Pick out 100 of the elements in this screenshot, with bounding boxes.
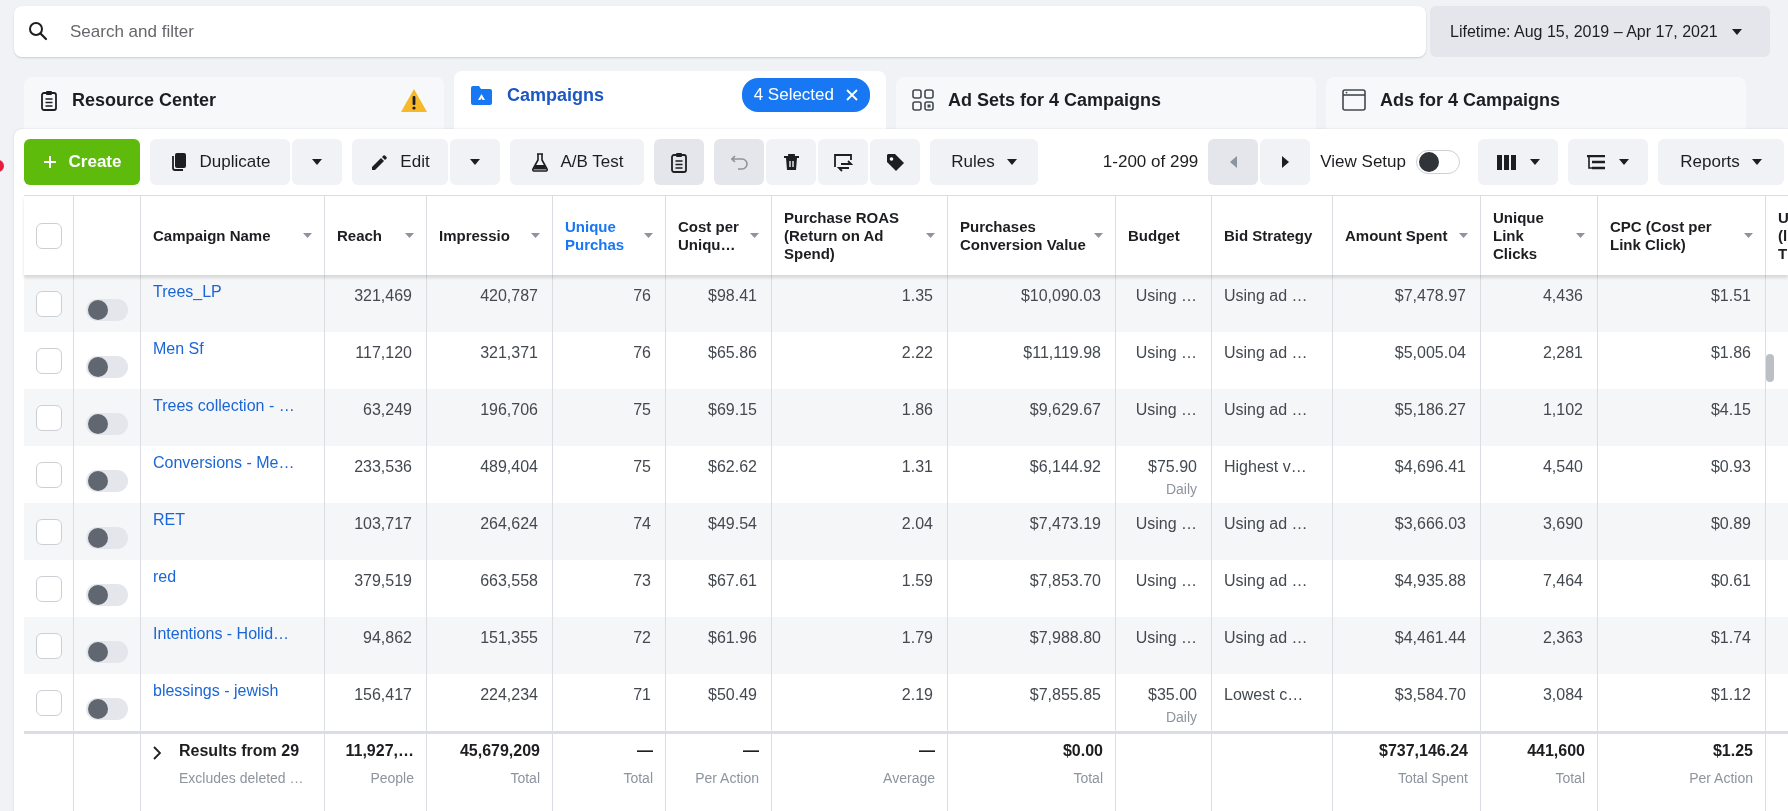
total-label: Total <box>510 770 540 786</box>
ab-test-button[interactable]: A/B Test <box>510 139 644 185</box>
selection-badge[interactable]: 4 Selected <box>741 78 870 112</box>
total-value: 45,679,209 <box>459 742 540 760</box>
total-value: Results from 29 <box>179 742 300 760</box>
total-value: $737,146.24 <box>1379 742 1468 760</box>
checkbox[interactable] <box>35 290 62 317</box>
campaign-link[interactable]: Men Sf <box>153 340 204 358</box>
table-cell: 420,787 <box>480 287 538 305</box>
total-label: Per Action <box>695 770 759 786</box>
pagination-text: 1-200 of 299 <box>1102 152 1199 172</box>
checkbox[interactable] <box>35 347 62 374</box>
rules-button[interactable]: Rules <box>930 139 1038 185</box>
swap-button[interactable] <box>818 139 868 185</box>
tab[interactable]: Campaigns 4 Selected <box>454 71 886 129</box>
duplicate-button[interactable]: Duplicate <box>150 139 290 185</box>
column-header[interactable]: Purchases Conversion Value <box>960 217 1088 254</box>
total-label: Total <box>1073 770 1103 786</box>
toggle-switch[interactable] <box>86 412 128 435</box>
table-cell: 2.22 <box>901 344 933 362</box>
campaign-link[interactable]: blessings - jewish <box>153 682 279 700</box>
campaign-link[interactable]: Intentions - Holid… <box>153 625 290 643</box>
tab[interactable]: Ads for 4 Campaigns <box>1326 77 1746 129</box>
table-cell: Using … <box>1135 287 1197 305</box>
table-cell: $0.93 <box>1710 458 1751 476</box>
copy-icon <box>169 152 188 172</box>
table-cell: 151,355 <box>480 629 538 647</box>
checkbox[interactable] <box>35 689 62 716</box>
table-cell: $7,855.85 <box>1029 686 1101 704</box>
caret-icon <box>1731 28 1742 35</box>
column-header[interactable]: Budget <box>1128 226 1180 245</box>
table-cell: 1,102 <box>1542 401 1583 419</box>
column-header[interactable]: Bid Strategy <box>1224 226 1313 245</box>
toggle-switch[interactable] <box>86 526 128 549</box>
edit-button[interactable]: Edit <box>352 139 448 185</box>
toggle-switch[interactable] <box>86 298 128 321</box>
column-header[interactable]: Amount Spent <box>1345 226 1448 245</box>
column-header[interactable]: Unique Purchas <box>565 217 638 254</box>
column-header[interactable]: Reach <box>337 226 383 245</box>
total-value: 441,600 <box>1527 742 1585 760</box>
campaign-link[interactable]: Trees_LP <box>153 283 222 301</box>
search-field[interactable]: Search and filter <box>14 6 1426 57</box>
columns-button[interactable] <box>1478 139 1558 185</box>
column-header[interactable]: Campaign Name <box>153 226 271 245</box>
delete-button[interactable] <box>766 139 816 185</box>
caret-icon <box>1006 159 1017 165</box>
column-header[interactable]: Unique Link Clicks <box>1493 208 1570 263</box>
checkbox[interactable] <box>35 518 62 545</box>
column-header[interactable]: Purchase ROAS (Return on Ad Spend) <box>784 208 920 263</box>
column-header[interactable]: CPC (Cost per Link Click) <box>1610 217 1738 254</box>
checkbox[interactable] <box>35 461 62 488</box>
campaign-link[interactable]: RET <box>153 511 185 529</box>
table-cell: 264,624 <box>480 515 538 533</box>
checkbox[interactable] <box>35 575 62 602</box>
table-cell: $62.62 <box>708 458 757 476</box>
checkbox[interactable] <box>35 222 62 249</box>
table-cell: $7,478.97 <box>1394 287 1466 305</box>
close-icon <box>846 89 858 101</box>
table-cell: Using ad … <box>1224 344 1308 362</box>
table-cell: 103,717 <box>354 515 412 533</box>
table-cell: $1.51 <box>1710 287 1751 305</box>
table-cell: 663,558 <box>480 572 538 590</box>
table-cell: 3,084 <box>1542 686 1583 704</box>
table-cell: 1.35 <box>901 287 933 305</box>
table-cell: 71 <box>633 686 651 704</box>
toggle-switch[interactable] <box>86 697 128 720</box>
table-cell: $3,666.03 <box>1394 515 1466 533</box>
clipboard-button[interactable] <box>654 139 704 185</box>
column-header[interactable]: Cost per Uniqu… <box>678 217 744 254</box>
campaign-link[interactable]: Conversions - Me… <box>153 454 295 472</box>
toggle-switch[interactable] <box>86 355 128 378</box>
table-cell: Highest v… <box>1224 458 1307 476</box>
column-header[interactable]: Impressio <box>439 226 510 245</box>
view-setup-toggle[interactable] <box>1416 150 1460 174</box>
reports-button[interactable]: Reports <box>1658 139 1784 185</box>
table-cell: Using ad … <box>1224 572 1308 590</box>
table-cell: $11,119.98 <box>1023 344 1101 362</box>
total-label: Per Action <box>1689 770 1753 786</box>
toggle-switch[interactable] <box>86 640 128 663</box>
caret-icon <box>1751 159 1762 165</box>
campaign-link[interactable]: Trees collection - … <box>153 397 295 415</box>
clipboard-icon <box>670 151 688 173</box>
total-label: Total <box>623 770 653 786</box>
date-range-button[interactable]: Lifetime: Aug 15, 2019 – Apr 17, 2021 <box>1430 6 1770 57</box>
table-cell: 379,519 <box>354 572 412 590</box>
toggle-switch[interactable] <box>86 469 128 492</box>
table-cell: 94,862 <box>363 629 412 647</box>
clipboard-icon <box>40 89 58 111</box>
column-header[interactable]: U (l T <box>1778 208 1787 263</box>
scrollbar-thumb[interactable] <box>1766 354 1774 382</box>
tab[interactable]: Resource Center <box>24 77 444 129</box>
breakdown-button[interactable] <box>1568 139 1648 185</box>
tab[interactable]: Ad Sets for 4 Campaigns <box>896 77 1316 129</box>
tag-button[interactable] <box>870 139 920 185</box>
checkbox[interactable] <box>35 404 62 431</box>
table-cell: 1.59 <box>901 572 933 590</box>
campaign-link[interactable]: red <box>153 568 177 586</box>
total-value: — <box>743 742 759 760</box>
toggle-switch[interactable] <box>86 583 128 606</box>
checkbox[interactable] <box>35 632 62 659</box>
